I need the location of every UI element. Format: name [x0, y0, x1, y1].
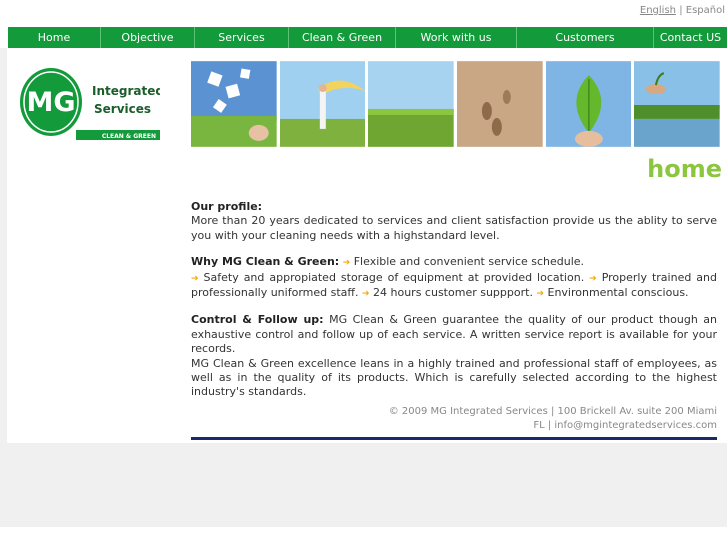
left-shade: [0, 48, 7, 443]
nav-contact-us[interactable]: Contact US: [654, 27, 727, 48]
page-heading: home: [647, 155, 722, 183]
footer-rule: [191, 437, 717, 440]
control-section: Control & Follow up: MG Clean & Green gu…: [191, 313, 717, 399]
why-title: Why MG Clean & Green:: [191, 255, 340, 269]
arrow-icon: ➔: [342, 258, 351, 269]
why-item: Safety and appropiated storage of equipm…: [203, 270, 585, 284]
profile-title: Our profile:: [191, 200, 263, 213]
lang-separator: |: [679, 5, 683, 16]
puzzle-sky-photo: [191, 61, 277, 147]
arrow-icon: ➔: [589, 273, 597, 284]
woman-scarf-photo: [279, 61, 366, 147]
green-field-photo: [368, 61, 455, 147]
nav-home[interactable]: Home: [8, 27, 101, 48]
sprout-lake-photo: [634, 61, 721, 147]
footer: © 2009 MG Integrated Services | 100 Bric…: [370, 405, 717, 433]
logo-tag: CLEAN & GREEN: [102, 133, 156, 140]
arrow-icon: ➔: [191, 273, 199, 284]
page: English | Español Home Objective Service…: [0, 0, 727, 545]
nav-clean-green[interactable]: Clean & Green: [289, 27, 396, 48]
footer-line-2: FL | info@mgintegratedservices.com: [533, 420, 717, 431]
logo-line1: Integrated: [92, 84, 160, 98]
control-title: Control & Follow up:: [191, 313, 324, 327]
footer-line-1: © 2009 MG Integrated Services | 100 Bric…: [388, 406, 717, 417]
why-section: Why MG Clean & Green: ➔ Flexible and con…: [191, 255, 717, 301]
lang-spanish-link[interactable]: Español: [686, 5, 725, 16]
bottom-band: [0, 443, 727, 527]
why-item: 24 hours customer suppport.: [373, 286, 533, 300]
arrow-icon: ➔: [361, 289, 370, 300]
profile-text: More than 20 years dedicated to services…: [191, 214, 717, 242]
main-nav: Home Objective Services Clean & Green Wo…: [8, 27, 727, 48]
nav-customers[interactable]: Customers: [517, 27, 654, 48]
company-logo[interactable]: MG Integrated Services CLEAN & GREEN: [20, 66, 160, 142]
photo-strip: [191, 61, 721, 147]
language-switcher: English | Español: [640, 5, 725, 16]
green-leaf-photo: [545, 61, 632, 147]
footprints-sand-photo: [457, 61, 543, 147]
control-text-2: MG Clean & Green excellence leans in a h…: [191, 356, 717, 399]
logo-mark: MG: [26, 87, 75, 118]
main-content: Our profile: More than 20 years dedicate…: [191, 200, 717, 412]
lang-english-link[interactable]: English: [640, 5, 676, 16]
nav-objective[interactable]: Objective: [101, 27, 195, 48]
profile-section: Our profile: More than 20 years dedicate…: [191, 200, 717, 243]
why-item: Flexible and convenient service schedule…: [353, 255, 585, 269]
nav-work-with-us[interactable]: Work with us: [396, 27, 517, 48]
nav-services[interactable]: Services: [195, 27, 289, 48]
logo-line2: Services: [94, 102, 151, 116]
why-item: Environmental conscious.: [547, 286, 689, 300]
arrow-icon: ➔: [536, 289, 544, 300]
